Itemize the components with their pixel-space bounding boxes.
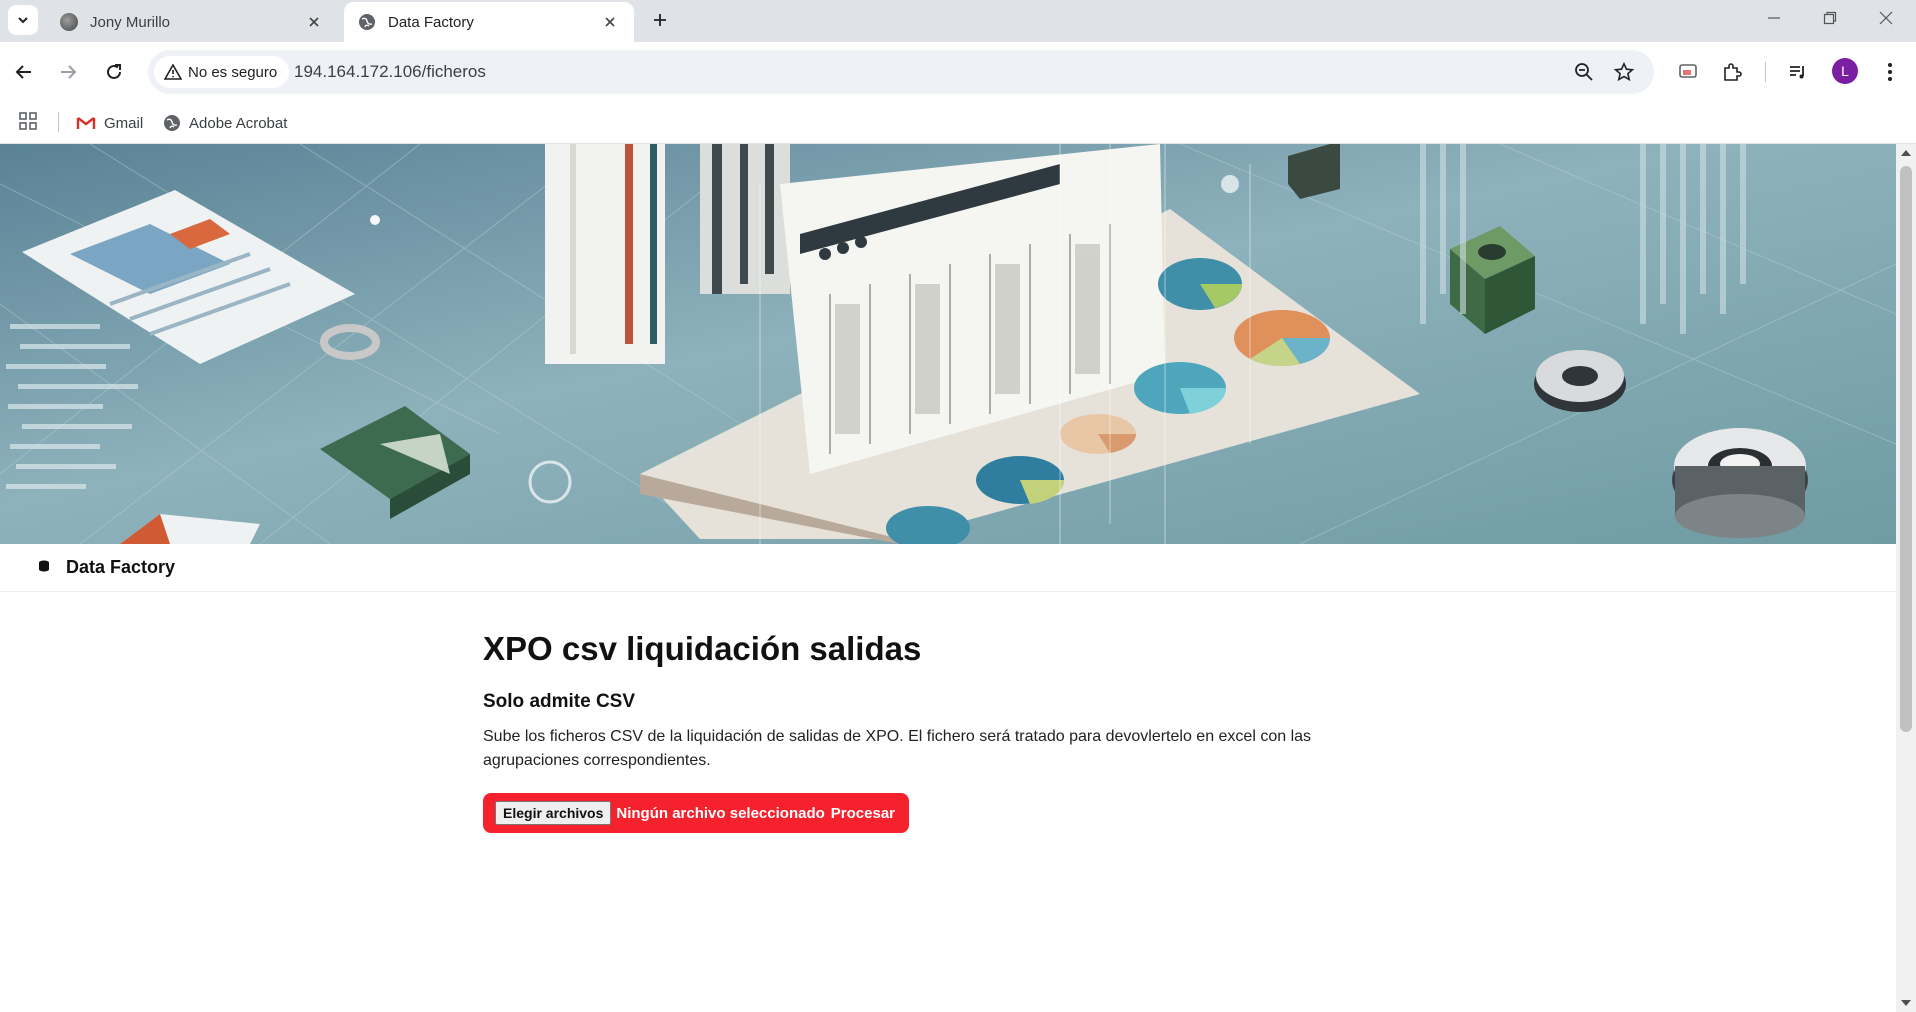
close-icon <box>1879 11 1893 25</box>
bookmark-star-icon[interactable] <box>1610 58 1638 86</box>
scroll-up-arrow-icon[interactable] <box>1901 150 1911 156</box>
tab-title: Jony Murillo <box>90 13 171 31</box>
warning-icon <box>164 64 182 80</box>
bookmark-label: Gmail <box>104 114 144 132</box>
page-title: XPO csv liquidación salidas <box>483 630 922 667</box>
toolbar-divider <box>1765 62 1766 82</box>
main-content: XPO csv liquidación salidas Solo admite … <box>483 629 1383 833</box>
arrow-right-icon <box>61 65 77 79</box>
gmail-icon <box>76 117 96 129</box>
extensions-icon[interactable] <box>1716 56 1748 88</box>
apps-grid-icon[interactable] <box>18 111 40 133</box>
hero-banner-image <box>0 144 1896 544</box>
minimize-button[interactable] <box>1746 0 1802 36</box>
bookmark-label: Adobe Acrobat <box>189 114 288 132</box>
bookmark-adobe-acrobat[interactable]: Adobe Acrobat <box>163 110 287 136</box>
brand-name[interactable]: Data Factory <box>66 557 175 578</box>
restore-icon <box>1823 11 1837 25</box>
choose-files-button[interactable]: Elegir archivos <box>495 801 612 825</box>
zoom-icon[interactable] <box>1570 58 1598 86</box>
window-close-button[interactable] <box>1858 0 1914 36</box>
close-icon[interactable] <box>600 12 620 32</box>
security-chip-label: No es seguro <box>188 63 278 81</box>
upload-form: Elegir archivos Ningún archivo seleccion… <box>483 793 909 833</box>
database-icon <box>38 559 50 577</box>
site-navbar: Data Factory <box>0 544 1896 592</box>
scroll-down-arrow-icon[interactable] <box>1901 1000 1911 1006</box>
address-bar[interactable]: No es seguro 194.164.172.106/ficheros <box>148 50 1654 94</box>
menu-icon[interactable] <box>1874 56 1906 88</box>
bookmarks-bar: Gmail Adobe Acrobat <box>0 102 1916 144</box>
security-chip[interactable]: No es seguro <box>154 56 290 88</box>
no-file-selected-label: Ningún archivo seleccionado <box>616 804 825 822</box>
new-tab-button[interactable] <box>646 6 674 34</box>
globe-icon <box>164 115 180 131</box>
media-control-icon[interactable] <box>1782 56 1814 88</box>
browser-toolbar: No es seguro 194.164.172.106/ficheros L <box>0 42 1916 102</box>
bookmark-gmail[interactable]: Gmail <box>76 110 143 136</box>
tab-search-button[interactable] <box>8 5 38 35</box>
tab-title: Data Factory <box>388 13 474 31</box>
tab-jony-murillo[interactable]: Jony Murillo <box>46 2 338 42</box>
url-text[interactable]: 194.164.172.106/ficheros <box>294 50 486 94</box>
back-button[interactable] <box>8 56 40 88</box>
page-viewport: Data Factory XPO csv liquidación salidas… <box>0 144 1896 1012</box>
process-button[interactable]: Procesar <box>831 805 895 822</box>
restore-button[interactable] <box>1802 0 1858 36</box>
arrow-left-icon <box>15 65 31 79</box>
profile-photo-icon <box>60 13 78 31</box>
minimize-icon <box>1768 17 1780 19</box>
cast-icon[interactable] <box>1672 56 1704 88</box>
tab-strip: Jony Murillo Data Factory <box>0 0 1916 42</box>
chevron-down-icon <box>18 17 28 24</box>
page-scrollbar[interactable] <box>1896 144 1916 1012</box>
reload-icon <box>107 64 121 79</box>
close-icon[interactable] <box>304 12 324 32</box>
reload-button[interactable] <box>98 56 130 88</box>
plus-icon <box>654 14 666 26</box>
forward-button[interactable] <box>52 56 84 88</box>
bookmarks-divider <box>58 112 59 132</box>
page-subtitle: Solo admite CSV <box>483 691 636 712</box>
tab-data-factory[interactable]: Data Factory <box>344 2 634 42</box>
page-description: Sube los ficheros CSV de la liquidación … <box>483 728 1312 769</box>
globe-icon <box>358 13 376 31</box>
scrollbar-thumb[interactable] <box>1900 166 1912 732</box>
profile-avatar[interactable]: L <box>1832 58 1858 84</box>
